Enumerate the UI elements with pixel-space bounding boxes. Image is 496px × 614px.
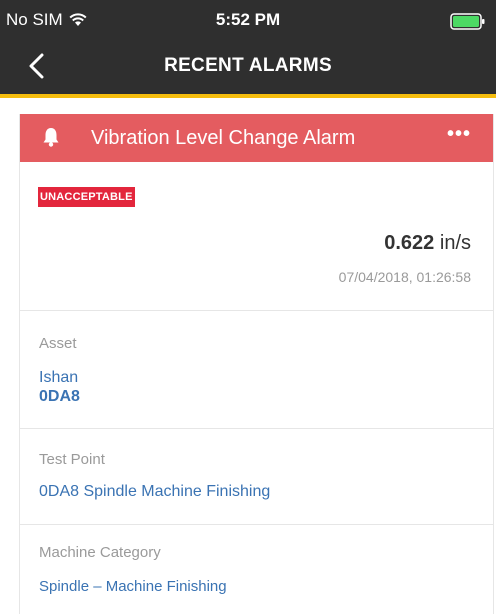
alarm-summary: UNACCEPTABLE 0.622 in/s 07/04/2018, 01:2… xyxy=(20,162,493,311)
machine-category-link[interactable]: Spindle – Machine Finishing xyxy=(39,578,227,595)
asset-label: Asset xyxy=(39,335,77,352)
alarm-card: Vibration Level Change Alarm ••• UNACCEP… xyxy=(19,114,494,614)
machine-category-section: Machine Category Spindle – Machine Finis… xyxy=(20,524,493,614)
bell-icon xyxy=(43,128,59,147)
asset-code-link[interactable]: 0DA8 xyxy=(39,388,80,406)
test-point-link[interactable]: 0DA8 Spindle Machine Finishing xyxy=(39,483,270,501)
alarm-name: Vibration Level Change Alarm xyxy=(91,127,356,149)
alarm-reading: 0.622 in/s xyxy=(384,232,471,255)
alarm-header: Vibration Level Change Alarm ••• xyxy=(20,114,493,162)
reading-value: 0.622 xyxy=(384,232,435,254)
test-point-section: Test Point 0DA8 Spindle Machine Finishin… xyxy=(20,428,493,525)
status-time: 5:52 PM xyxy=(215,10,281,29)
battery-icon xyxy=(450,13,485,30)
more-options-button[interactable]: ••• xyxy=(447,123,471,146)
machine-category-label: Machine Category xyxy=(39,544,161,561)
page-title: RECENT ALARMS xyxy=(164,55,332,76)
reading-unit: in/s xyxy=(439,232,471,254)
alarm-timestamp: 07/04/2018, 01:26:58 xyxy=(338,269,471,285)
nav-bar: RECENT ALARMS xyxy=(0,40,496,94)
asset-name-link[interactable]: Ishan xyxy=(39,369,78,387)
asset-section: Asset Ishan 0DA8 xyxy=(20,310,493,429)
test-point-label: Test Point xyxy=(39,451,105,468)
app-header: No SIM 5:52 PM RECENT ALARMS xyxy=(0,0,496,94)
accent-stripe xyxy=(0,94,496,98)
severity-badge: UNACCEPTABLE xyxy=(38,187,135,207)
status-bar: No SIM 5:52 PM xyxy=(0,0,496,40)
